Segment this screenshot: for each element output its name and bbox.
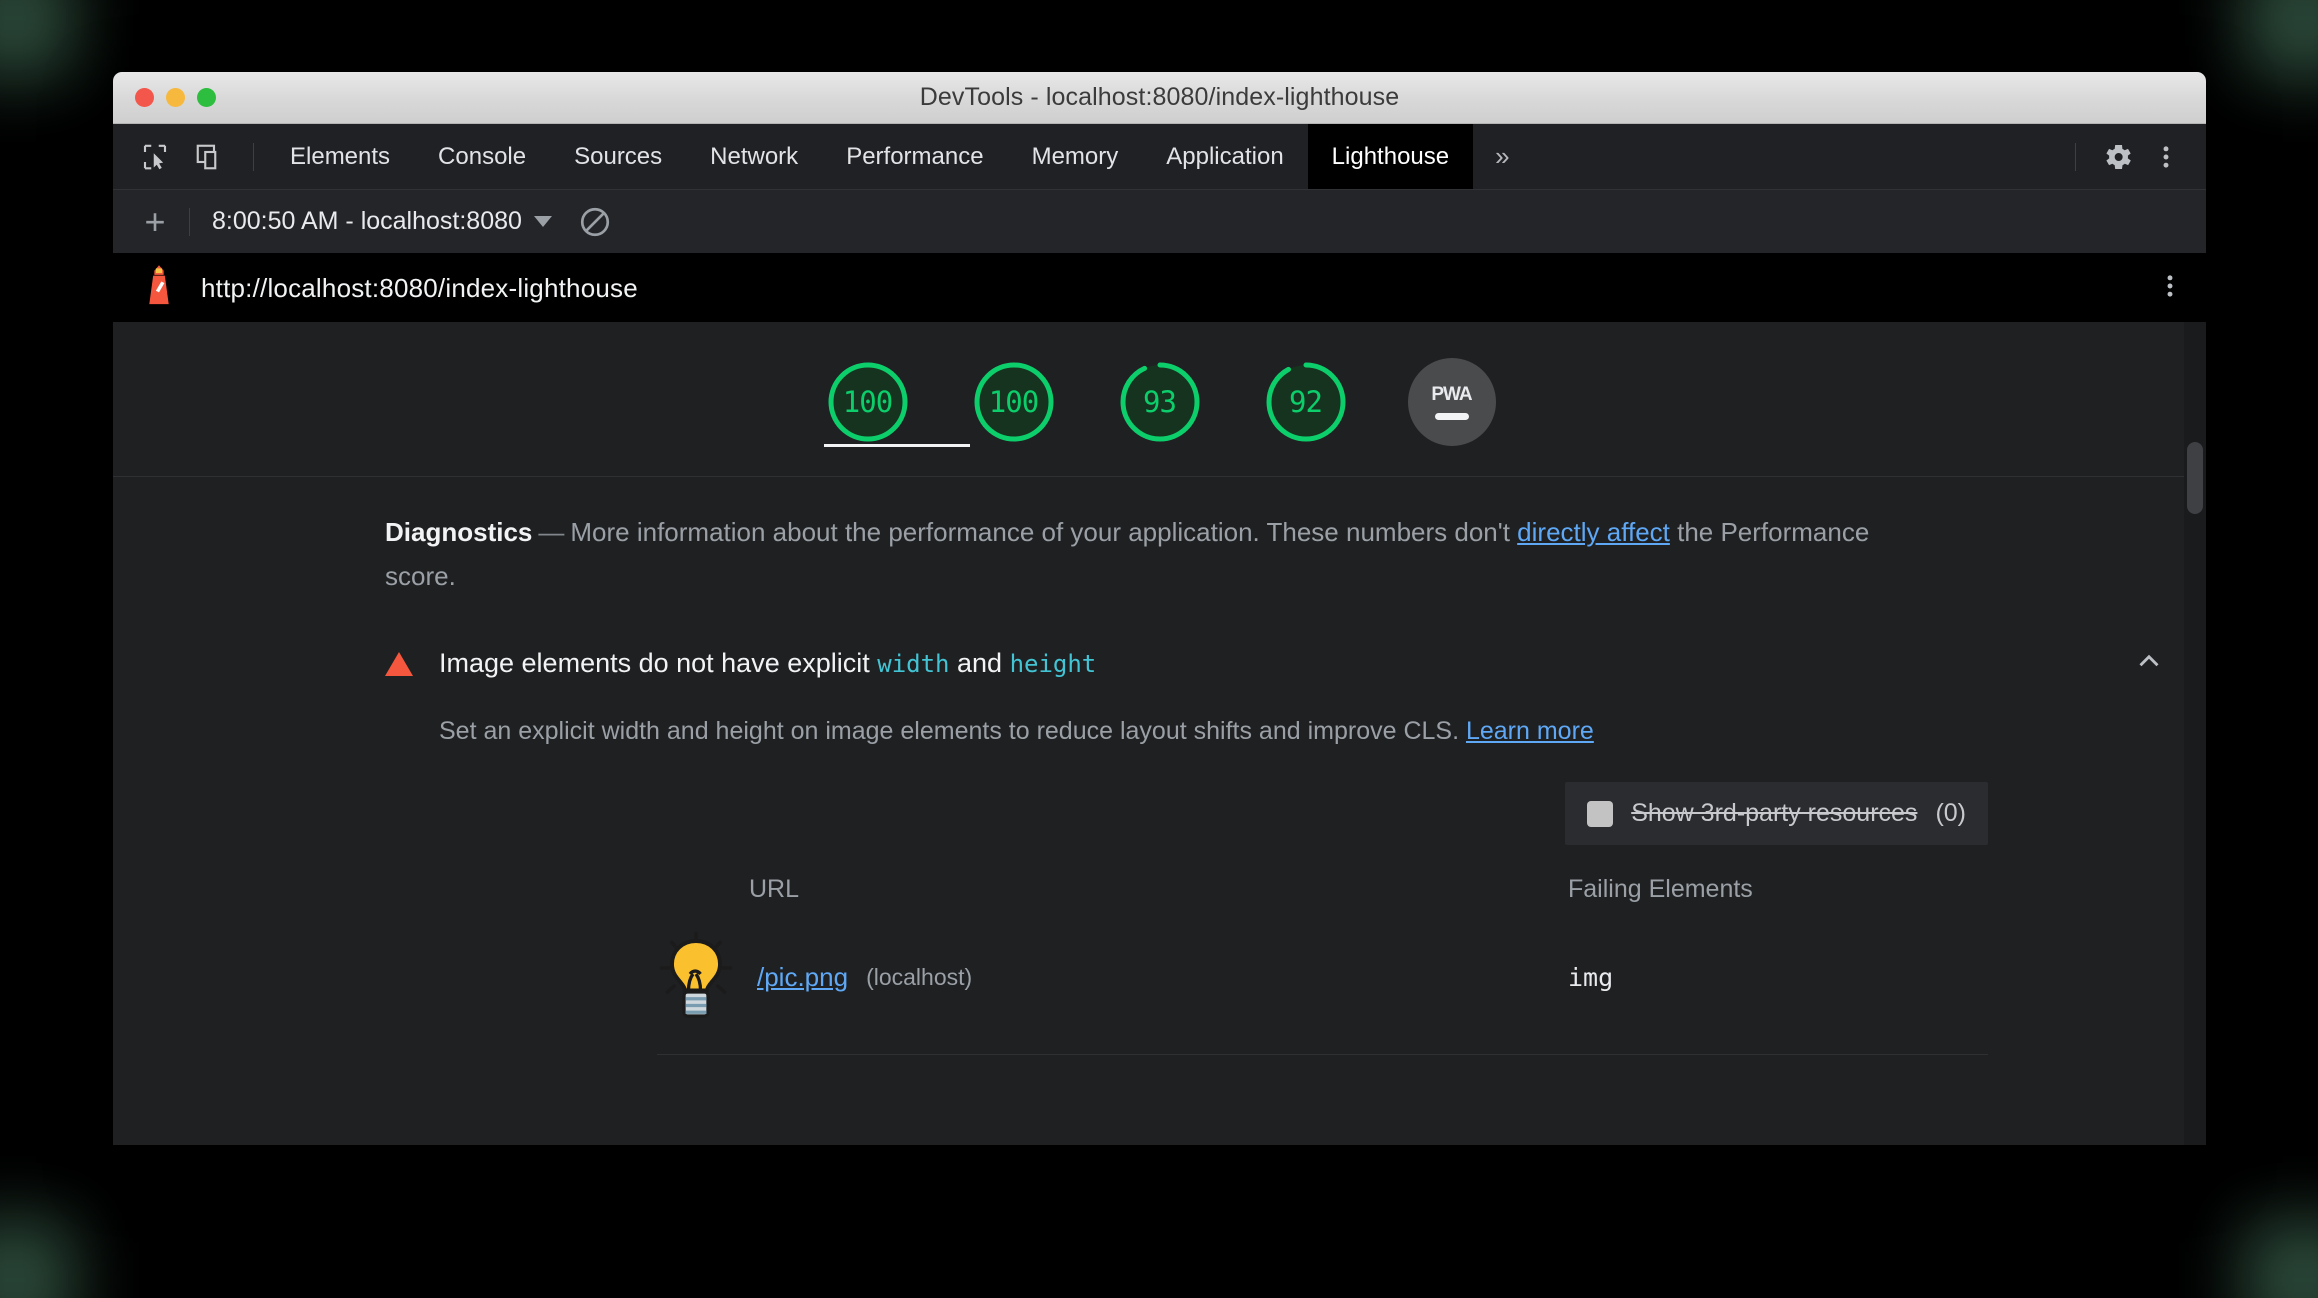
gauge-pwa[interactable]: PWA: [1407, 358, 1496, 446]
desktop-backdrop: DevTools - localhost:8080/index-lighthou…: [0, 0, 2318, 1298]
chevron-up-icon[interactable]: [2132, 644, 2166, 683]
report-url: http://localhost:8080/index-lighthouse: [201, 272, 638, 303]
gauge-best-practices[interactable]: 93: [1116, 358, 1204, 446]
toolbar-divider: [189, 207, 190, 236]
result-url-link[interactable]: /pic.png: [757, 962, 848, 993]
diagnostics-title: Diagnostics: [385, 517, 533, 547]
report-selector[interactable]: 8:00:50 AM - localhost:8080: [212, 207, 552, 236]
window-title-bar: DevTools - localhost:8080/index-lighthou…: [113, 72, 2206, 124]
kebab-menu-icon[interactable]: [2144, 135, 2188, 179]
pwa-null-dash: [1434, 413, 1469, 420]
audit-title-part2: and: [949, 648, 1010, 679]
audit-header-row[interactable]: Image elements do not have explicit widt…: [385, 644, 2206, 683]
table-header-row: URL Failing Elements: [657, 875, 1988, 922]
column-header-failing-elements: Failing Elements: [1568, 875, 1753, 904]
inspect-cursor-icon[interactable]: [133, 135, 177, 179]
lighthouse-icon: [139, 264, 179, 313]
audit-title: Image elements do not have explicit widt…: [439, 648, 1096, 679]
diagnostics-header: Diagnostics — More information about the p…: [113, 511, 2206, 598]
third-party-filter[interactable]: Show 3rd-party resources (0): [1565, 782, 1988, 846]
tab-console[interactable]: Console: [414, 124, 550, 189]
gauge-performance[interactable]: 100: [823, 358, 970, 447]
report-selector-value: 8:00:50 AM - localhost:8080: [212, 207, 522, 235]
gear-icon[interactable]: [2096, 135, 2140, 179]
third-party-filter-row: Show 3rd-party resources (0): [385, 782, 2206, 846]
cell-url: /pic.png (localhost): [657, 929, 1568, 1025]
tab-lighthouse[interactable]: Lighthouse: [1307, 124, 1474, 189]
more-tabs-button[interactable]: »: [1473, 124, 1531, 189]
report-body: 100 100 93 92 PWA Diagnostics — More inf…: [113, 322, 2206, 1145]
tab-performance[interactable]: Performance: [822, 124, 1007, 189]
report-scrollbar-thumb[interactable]: [2187, 442, 2203, 514]
gauge-score-performance: 100: [842, 385, 893, 419]
report-menu-kebab-icon[interactable]: [2156, 272, 2184, 305]
audit-image-size-responsive: Image elements do not have explicit widt…: [113, 644, 2206, 1056]
devtools-window: DevTools - localhost:8080/index-lighthou…: [113, 72, 2206, 1145]
score-gauges: 100 100 93 92 PWA: [113, 322, 2206, 477]
chevron-down-icon: [533, 216, 552, 227]
toolbar-divider: [253, 142, 254, 171]
device-toolbar-icon[interactable]: [187, 135, 231, 179]
lighthouse-toolbar: + 8:00:50 AM - localhost:8080: [113, 190, 2206, 254]
tab-memory[interactable]: Memory: [1008, 124, 1143, 189]
cell-failing-element: img: [1568, 962, 1614, 992]
backdrop-glow: [0, 0, 74, 78]
directly-affect-link[interactable]: directly affect: [1517, 517, 1670, 547]
audit-results-table: URL Failing Elements /pic.png (localhost…: [385, 875, 2206, 1032]
clear-all-icon[interactable]: [578, 205, 612, 239]
column-header-url: URL: [749, 875, 800, 904]
active-gauge-underline: [823, 444, 970, 447]
backdrop-glow: [2244, 1220, 2318, 1298]
show-3rd-party-label: Show 3rd-party resources: [1631, 799, 1918, 828]
window-title: DevTools - localhost:8080/index-lighthou…: [919, 83, 1400, 111]
backdrop-glow: [0, 1220, 74, 1298]
gauge-score-best-practices: 93: [1143, 385, 1177, 419]
backdrop-glow: [2244, 0, 2318, 78]
toolbar-divider: [2075, 142, 2076, 171]
devtools-tabs: Elements Console Sources Network Perform…: [266, 124, 1532, 189]
diagnostics-dash: —: [538, 517, 565, 547]
gauge-score-seo: 92: [1289, 385, 1323, 419]
audit-description-text: Set an explicit width and height on imag…: [439, 717, 1466, 746]
gauge-score-accessibility: 100: [988, 385, 1039, 419]
code-height: height: [1009, 650, 1097, 679]
tab-application[interactable]: Application: [1142, 124, 1307, 189]
report-scrollbar[interactable]: [2184, 322, 2206, 1145]
table-row: /pic.png (localhost) img: [657, 922, 1988, 1032]
lighthouse-report: http://localhost:8080/index-lighthouse 1…: [113, 254, 2206, 1145]
tab-sources[interactable]: Sources: [550, 124, 686, 189]
gauge-seo[interactable]: 92: [1262, 358, 1350, 446]
devtools-tab-strip: Elements Console Sources Network Perform…: [113, 124, 2206, 190]
report-content: Diagnostics — More information about the p…: [113, 477, 2206, 1056]
report-header: http://localhost:8080/index-lighthouse: [113, 254, 2206, 322]
code-width: width: [877, 650, 950, 679]
show-3rd-party-count: (0): [1935, 799, 1966, 828]
learn-more-link[interactable]: Learn more: [1466, 717, 1594, 745]
devtools-tool-icons: [113, 124, 266, 189]
tab-network[interactable]: Network: [686, 124, 822, 189]
tab-elements[interactable]: Elements: [266, 124, 414, 189]
gauge-accessibility[interactable]: 100: [970, 358, 1058, 446]
lightbulb-thumbnail: [657, 929, 735, 1025]
devtools-toolbar-actions: [2059, 124, 2206, 189]
audit-title-part1: Image elements do not have explicit: [439, 648, 878, 679]
warning-triangle-icon: [385, 651, 413, 676]
table-row-divider: [657, 1054, 1988, 1056]
show-3rd-party-checkbox[interactable]: [1587, 800, 1614, 827]
pwa-label: PWA: [1431, 384, 1472, 405]
result-url-host: (localhost): [866, 963, 973, 990]
audit-description: Set an explicit width and height on imag…: [439, 717, 2206, 746]
diagnostics-text-before: More information about the performance o…: [570, 517, 1518, 547]
new-report-button[interactable]: +: [133, 203, 177, 240]
